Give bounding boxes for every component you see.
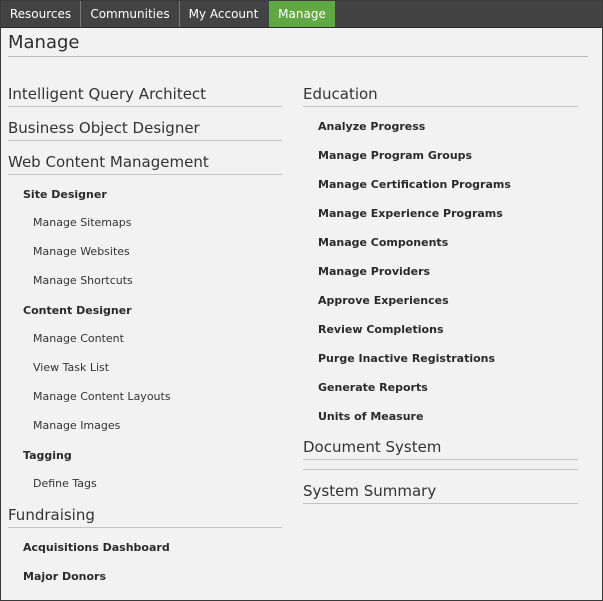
divider [8,106,282,107]
link-view-task-list[interactable]: View Task List [33,361,109,374]
subsection-site-designer[interactable]: Site Designer [23,188,107,201]
link-manage-content-layouts[interactable]: Manage Content Layouts [33,390,171,403]
section-system-summary[interactable]: System Summary [303,482,436,500]
link-generate-reports[interactable]: Generate Reports [318,381,428,394]
page-title: Manage [8,32,80,53]
divider [303,469,578,470]
section-iqa[interactable]: Intelligent Query Architect [8,85,206,103]
divider [303,503,578,504]
divider [8,140,282,141]
link-manage-content[interactable]: Manage Content [33,332,124,345]
link-manage-experience-programs[interactable]: Manage Experience Programs [318,207,503,220]
section-web-content-management[interactable]: Web Content Management [8,153,209,171]
divider [8,174,282,175]
tab-manage[interactable]: Manage [269,1,335,27]
divider [8,527,282,528]
section-education[interactable]: Education [303,85,378,103]
link-manage-websites[interactable]: Manage Websites [33,245,130,258]
subsection-tagging[interactable]: Tagging [23,449,72,462]
link-manage-components[interactable]: Manage Components [318,236,448,249]
link-purge-inactive-registrations[interactable]: Purge Inactive Registrations [318,352,495,365]
link-manage-program-groups[interactable]: Manage Program Groups [318,149,472,162]
app-frame: Resources Communities My Account Manage … [0,0,603,601]
section-fundraising[interactable]: Fundraising [8,506,95,524]
link-manage-shortcuts[interactable]: Manage Shortcuts [33,274,133,287]
subsection-content-designer[interactable]: Content Designer [23,304,132,317]
title-divider [8,56,588,57]
link-analyze-progress[interactable]: Analyze Progress [318,120,425,133]
divider [303,459,578,460]
link-major-donors[interactable]: Major Donors [23,570,106,583]
link-approve-experiences[interactable]: Approve Experiences [318,294,449,307]
link-manage-sitemaps[interactable]: Manage Sitemaps [33,216,131,229]
link-manage-providers[interactable]: Manage Providers [318,265,430,278]
tab-communities[interactable]: Communities [81,1,180,27]
link-define-tags[interactable]: Define Tags [33,477,97,490]
link-review-completions[interactable]: Review Completions [318,323,444,336]
link-acquisitions-dashboard[interactable]: Acquisitions Dashboard [23,541,170,554]
link-units-of-measure[interactable]: Units of Measure [318,410,423,423]
divider [303,106,578,107]
section-document-system[interactable]: Document System [303,438,441,456]
section-business-object-designer[interactable]: Business Object Designer [8,119,200,137]
tab-my-account[interactable]: My Account [180,1,267,27]
top-nav: Resources Communities My Account Manage [1,1,602,28]
link-manage-certification-programs[interactable]: Manage Certification Programs [318,178,511,191]
tab-resources[interactable]: Resources [1,1,81,27]
link-manage-images[interactable]: Manage Images [33,419,120,432]
